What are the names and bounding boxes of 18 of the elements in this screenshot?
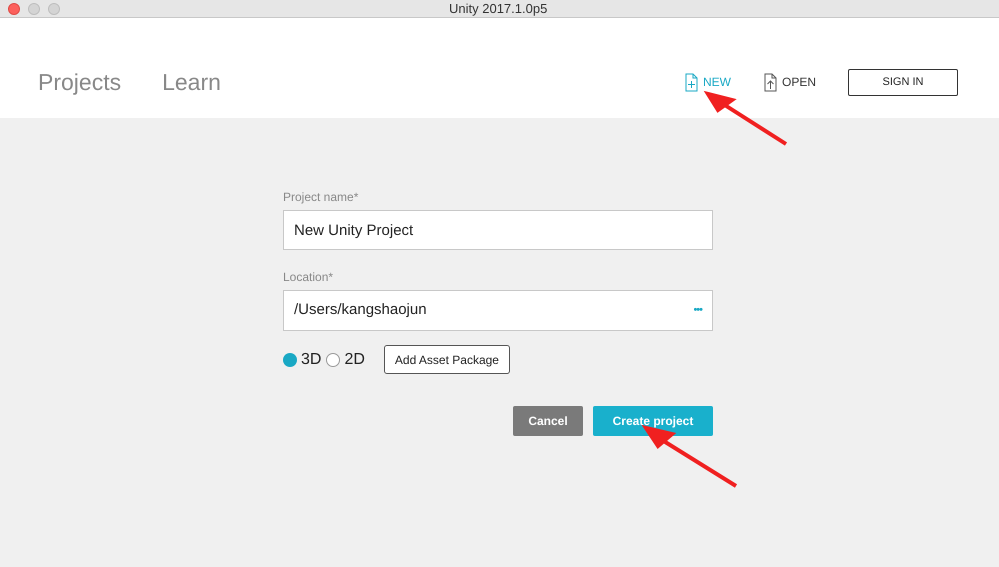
mode-radio[interactable]: 3D — [283, 348, 322, 372]
close-icon[interactable] — [8, 2, 20, 14]
new-file-icon — [684, 72, 699, 92]
mode-radio[interactable]: 2D — [326, 348, 365, 372]
upload-file-icon — [762, 72, 778, 92]
open-button[interactable]: OPEN — [762, 72, 816, 92]
project-name-field[interactable]: New Unity Project — [283, 210, 713, 250]
location-field[interactable]: /Users/kangshaojun ••• — [283, 290, 713, 331]
maximize-icon[interactable] — [48, 2, 60, 14]
sign-in-button[interactable]: SIGN IN — [848, 68, 958, 96]
add-asset-package-button[interactable]: Add Asset Package — [384, 345, 510, 374]
cancel-button[interactable]: Cancel — [513, 406, 583, 436]
window-title: Unity 2017.1.0p5 — [449, 0, 548, 18]
minimize-icon[interactable] — [28, 2, 40, 14]
field-label: Location* — [283, 269, 334, 286]
nav-tab[interactable]: Projects — [38, 64, 122, 100]
field-label: Project name* — [283, 189, 360, 206]
nav-tab[interactable]: Learn — [162, 64, 221, 100]
